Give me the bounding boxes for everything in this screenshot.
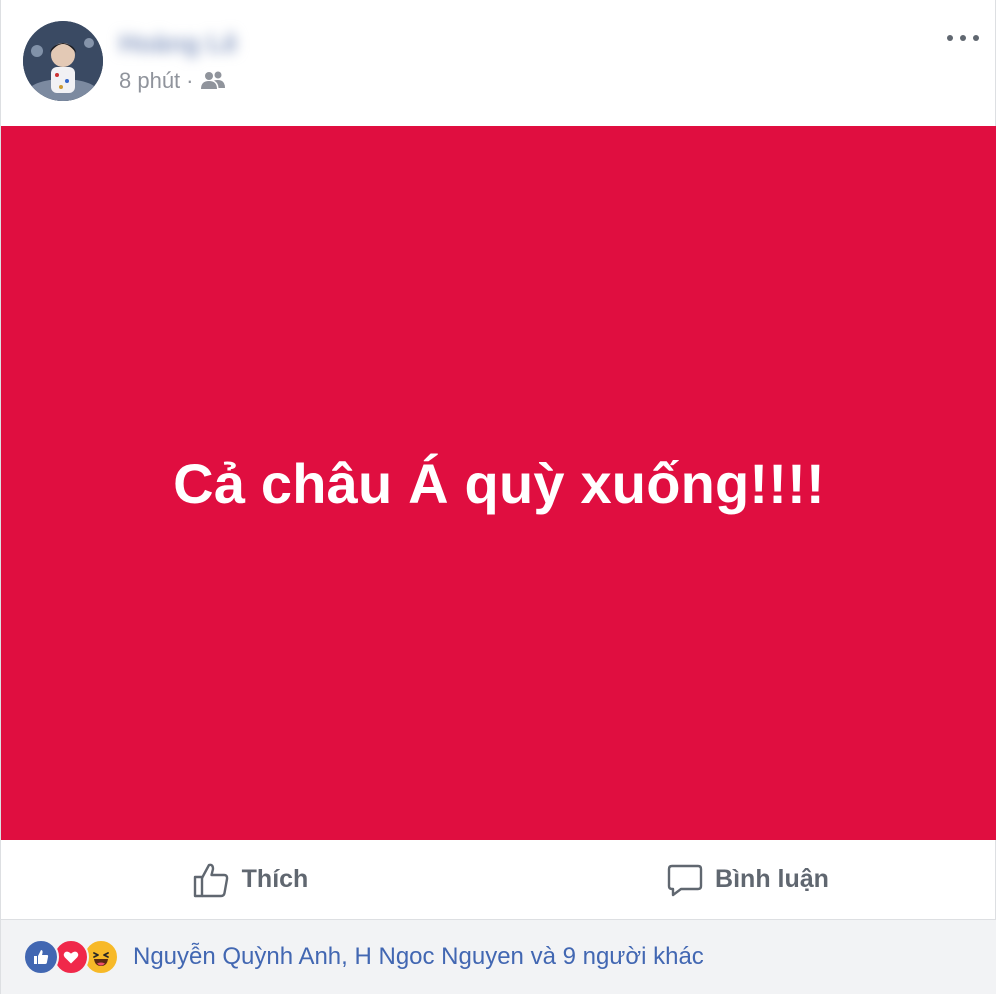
thumbs-up-icon bbox=[193, 863, 228, 897]
feed-post: Hoàng Lê 8 phút · Cả châu Á quỳ xuống!!!… bbox=[0, 0, 996, 994]
colored-status-background: Cả châu Á quỳ xuống!!!! bbox=[1, 126, 996, 840]
reaction-names-link[interactable]: Nguyễn Quỳnh Anh, H Ngoc Nguyen và 9 ngư… bbox=[133, 943, 704, 971]
avatar-photo bbox=[23, 21, 103, 101]
post-meta: 8 phút · bbox=[119, 68, 226, 94]
avatar[interactable] bbox=[23, 21, 103, 101]
comment-bubble-icon bbox=[667, 864, 703, 896]
post-action-bar: Thích Bình luận bbox=[1, 840, 996, 920]
like-label: Thích bbox=[241, 865, 309, 893]
comment-label: Bình luận bbox=[715, 865, 829, 893]
post-timestamp[interactable]: 8 phút bbox=[119, 68, 180, 94]
author-name[interactable]: Hoàng Lê bbox=[119, 28, 237, 59]
comment-button[interactable]: Bình luận bbox=[499, 840, 996, 919]
like-reaction-icon[interactable] bbox=[23, 939, 59, 975]
post-header: Hoàng Lê 8 phút · bbox=[1, 0, 996, 126]
reaction-icons[interactable] bbox=[23, 939, 119, 975]
status-text: Cả châu Á quỳ xuống!!!! bbox=[173, 451, 825, 515]
reactions-summary: Nguyễn Quỳnh Anh, H Ngoc Nguyen và 9 ngư… bbox=[1, 920, 996, 994]
like-button[interactable]: Thích bbox=[1, 840, 499, 919]
more-options-icon[interactable] bbox=[947, 28, 979, 48]
friends-icon[interactable] bbox=[200, 70, 226, 92]
meta-separator: · bbox=[186, 68, 194, 93]
